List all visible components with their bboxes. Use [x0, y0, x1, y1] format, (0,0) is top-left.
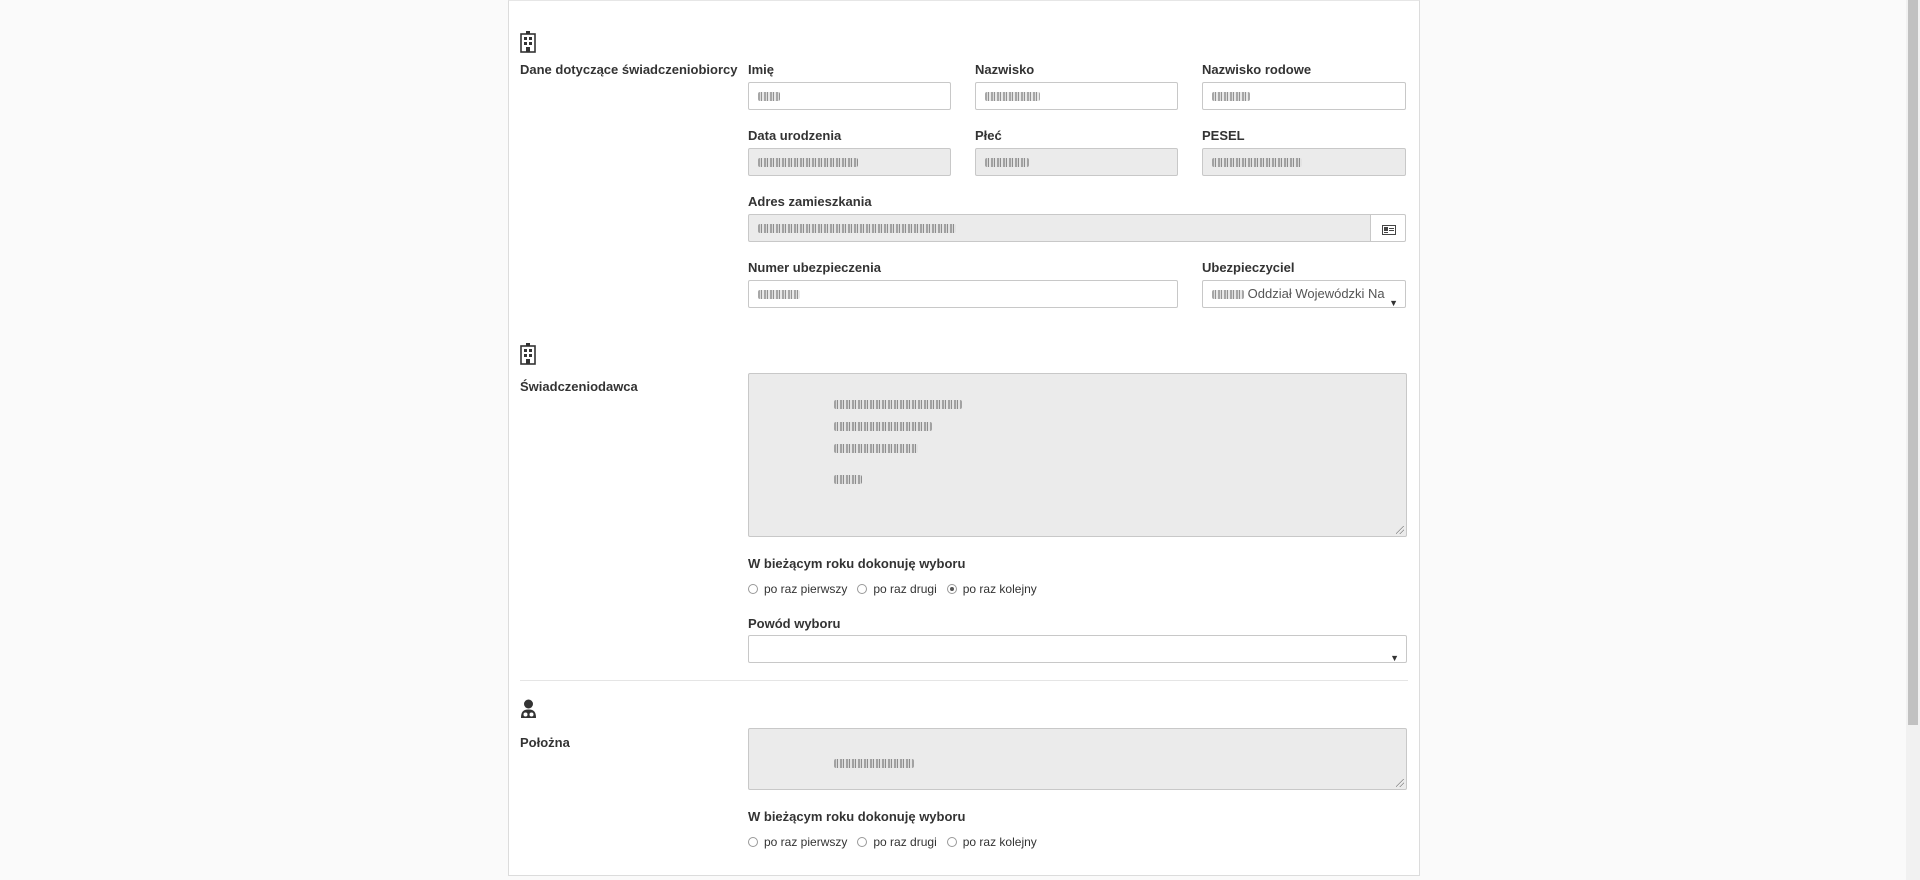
caret-down-icon: ▼ [1390, 653, 1399, 663]
radio-button[interactable] [857, 584, 868, 594]
building-icon [520, 31, 536, 53]
provider-option-first[interactable]: po raz pierwszy [748, 582, 847, 596]
sex-label: Płeć [975, 128, 1002, 143]
birth-date-label: Data urodzenia [748, 128, 842, 143]
last-name-label: Nazwisko [975, 62, 1035, 77]
option-label: po raz pierwszy [764, 582, 848, 596]
midwife-option-second[interactable]: po raz drugi [857, 835, 937, 849]
option-label: po raz kolejny [962, 582, 1037, 596]
first-name-input[interactable] [748, 82, 951, 110]
provider-choice-label: W bieżącym roku dokonuję wyboru [748, 556, 966, 571]
address-label: Adres zamieszkania [748, 194, 872, 209]
midwife-details-textarea [748, 728, 1407, 790]
maiden-name-label: Nazwisko rodowe [1202, 62, 1312, 77]
insurer-label: Ubezpieczyciel [1202, 260, 1295, 275]
midwife-choice-label: W bieżącym roku dokonuję wyboru [748, 809, 966, 824]
last-name-input[interactable] [975, 82, 1178, 110]
provider-details-textarea [748, 373, 1407, 537]
option-label: po raz pierwszy [764, 835, 848, 849]
reason-select[interactable]: ▼ [748, 635, 1407, 663]
pesel-input [1202, 148, 1406, 176]
address-lookup-button[interactable] [1370, 214, 1406, 242]
maiden-name-input[interactable] [1202, 82, 1406, 110]
building-icon [520, 343, 536, 365]
address-input [748, 214, 1372, 242]
midwife-section-label: Położna [520, 735, 570, 750]
option-label: po raz drugi [873, 835, 937, 849]
midwife-icon [520, 699, 537, 719]
option-label: po raz drugi [873, 582, 937, 596]
option-label: po raz kolejny [962, 835, 1037, 849]
midwife-option-first[interactable]: po raz pierwszy [748, 835, 847, 849]
insurer-value: Oddział Wojewódzki Na [1247, 286, 1385, 301]
radio-button[interactable] [748, 837, 758, 847]
resize-handle[interactable] [1396, 779, 1404, 787]
provider-option-next[interactable]: po raz kolejny [946, 582, 1037, 596]
provider-section-label: Świadczeniodawca [520, 379, 638, 394]
section-divider [520, 680, 1408, 681]
radio-button[interactable] [946, 837, 957, 847]
resize-handle[interactable] [1396, 526, 1404, 534]
provider-option-second[interactable]: po raz drugi [857, 582, 937, 596]
first-name-label: Imię [748, 62, 775, 77]
midwife-choice-group: po raz pierwszy po raz drugi po raz kole… [748, 835, 1047, 849]
insurance-number-input[interactable] [748, 280, 1178, 308]
scrollbar-thumb[interactable] [1908, 0, 1918, 725]
caret-down-icon: ▼ [1389, 298, 1398, 308]
insurance-number-label: Numer ubezpieczenia [748, 260, 881, 275]
sex-input [975, 148, 1178, 176]
beneficiary-section-label: Dane dotyczące świadczeniobiorcy [520, 62, 738, 77]
reason-label: Powód wyboru [748, 616, 841, 631]
id-card-icon [1382, 223, 1396, 238]
provider-choice-group: po raz pierwszy po raz drugi po raz kole… [748, 582, 1047, 596]
radio-button[interactable] [748, 584, 758, 594]
birth-date-input [748, 148, 951, 176]
midwife-option-next[interactable]: po raz kolejny [946, 835, 1037, 849]
scrollbar-track[interactable] [1906, 0, 1920, 880]
panel-bottom-edge [508, 875, 1420, 880]
insurer-select[interactable]: Oddział Wojewódzki Na ▼ [1202, 280, 1406, 308]
radio-button-checked[interactable] [946, 584, 957, 594]
radio-button[interactable] [857, 837, 868, 847]
pesel-label: PESEL [1202, 128, 1245, 143]
